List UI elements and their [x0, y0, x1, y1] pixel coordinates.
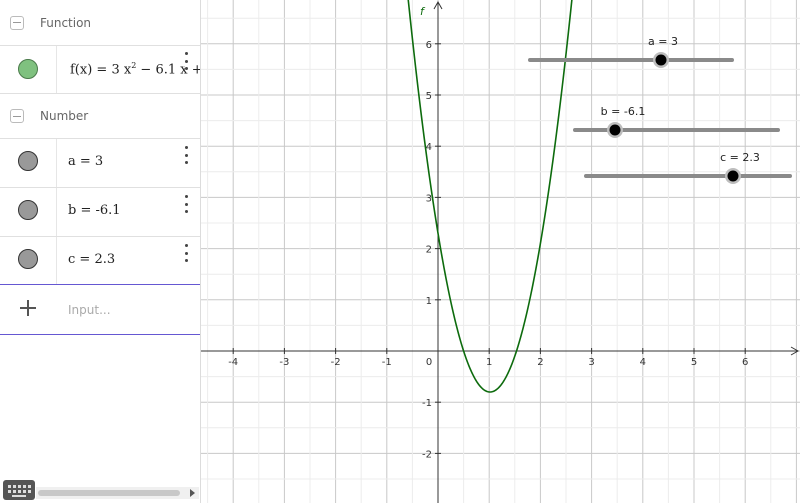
group-header-function[interactable]: Function — [0, 0, 200, 46]
coordinate-plane[interactable]: -4 -3 -2 -1 0 1 2 3 4 5 6 -2 -1 1 2 3 4 5 6 f a = 3 b = -6… — [201, 0, 800, 503]
scroll-right-arrow-icon[interactable] — [190, 489, 195, 497]
slider-label: c = 2.3 — [720, 151, 760, 164]
function-text-rest: − 6.1 x + 2 — [140, 62, 200, 78]
x-tick-label: -1 — [382, 357, 392, 368]
number-a-text: a = 3 — [68, 154, 104, 169]
algebra-view: Function f(x) = 3 x2 − 6.1 x + 2 Number … — [0, 0, 201, 503]
function-text-main: f(x) = 3 x — [70, 62, 132, 78]
slider-label: b = -6.1 — [601, 105, 646, 118]
algebra-item-c[interactable]: c = 2.3 — [0, 237, 200, 284]
x-tick-label: 3 — [588, 357, 594, 368]
algebra-item-b[interactable]: b = -6.1 — [0, 188, 200, 237]
y-tick-label: 3 — [426, 193, 432, 204]
slider-knob[interactable] — [727, 170, 739, 182]
number-b-text: b = -6.1 — [68, 203, 121, 218]
slider-a[interactable]: a = 3 — [528, 35, 734, 68]
grid — [201, 0, 800, 503]
visibility-toggle-f[interactable] — [18, 59, 38, 79]
group-header-number[interactable]: Number — [0, 94, 200, 139]
y-tick-label: -1 — [422, 398, 432, 409]
input-placeholder[interactable]: Input... — [68, 303, 111, 317]
slider-c[interactable]: c = 2.3 — [584, 151, 792, 184]
x-tick-label: 6 — [742, 357, 748, 368]
slider-b[interactable]: b = -6.1 — [573, 105, 780, 138]
item-menu-icon[interactable] — [185, 195, 189, 213]
marble-cell — [0, 237, 57, 284]
function-label: f — [420, 5, 426, 18]
sliders: a = 3 b = -6.1 c = 2.3 — [528, 35, 792, 184]
slider-knob[interactable] — [655, 54, 667, 66]
group-title-function: Function — [40, 15, 92, 30]
x-tick-label: 2 — [537, 357, 543, 368]
y-tick-label: 1 — [426, 296, 432, 307]
y-tick-label: 5 — [426, 91, 432, 102]
y-tick-label: 2 — [426, 245, 432, 256]
slider-label: a = 3 — [648, 35, 678, 48]
graphics-view[interactable]: -4 -3 -2 -1 0 1 2 3 4 5 6 -2 -1 1 2 3 4 5 6 f a = 3 b = -6… — [201, 0, 800, 503]
visibility-toggle-b[interactable] — [18, 200, 38, 220]
item-menu-icon[interactable] — [185, 146, 189, 164]
marble-cell — [0, 46, 57, 93]
keyboard-icon[interactable] — [3, 480, 35, 500]
x-tick-label: 5 — [691, 357, 697, 368]
x-tick-label: 0 — [426, 357, 432, 368]
collapse-number-button[interactable] — [10, 109, 24, 123]
algebra-item-f[interactable]: f(x) = 3 x2 − 6.1 x + 2 — [0, 46, 200, 94]
scrollbar-thumb[interactable] — [38, 490, 180, 496]
collapse-function-button[interactable] — [10, 15, 24, 30]
y-tick-labels: -2-1123456 — [422, 40, 432, 461]
x-tick-label: -3 — [279, 357, 289, 368]
item-menu-icon[interactable] — [185, 52, 189, 70]
algebra-item-a[interactable]: a = 3 — [0, 139, 200, 188]
y-tick-label: -2 — [422, 449, 432, 460]
slider-knob[interactable] — [609, 124, 621, 136]
visibility-toggle-c[interactable] — [18, 249, 38, 269]
y-tick-label: 6 — [426, 40, 432, 51]
x-tick-label: -2 — [331, 357, 341, 368]
group-title-number: Number — [40, 109, 89, 123]
x-tick-label: -4 — [228, 357, 238, 368]
horizontal-scrollbar[interactable] — [36, 487, 199, 499]
x-tick-labels: -4 -3 -2 -1 0 1 2 3 4 5 6 — [228, 357, 748, 368]
visibility-toggle-a[interactable] — [18, 151, 38, 171]
function-definition: f(x) = 3 x2 − 6.1 x + 2 — [70, 61, 200, 78]
plus-icon[interactable] — [18, 298, 38, 318]
number-c-text: c = 2.3 — [68, 252, 116, 267]
algebra-input-row[interactable]: Input... — [0, 284, 200, 335]
item-menu-icon[interactable] — [185, 244, 189, 262]
marble-cell — [0, 139, 57, 187]
x-tick-label: 1 — [486, 357, 492, 368]
marble-cell — [0, 188, 57, 236]
x-tick-label: 4 — [640, 357, 646, 368]
